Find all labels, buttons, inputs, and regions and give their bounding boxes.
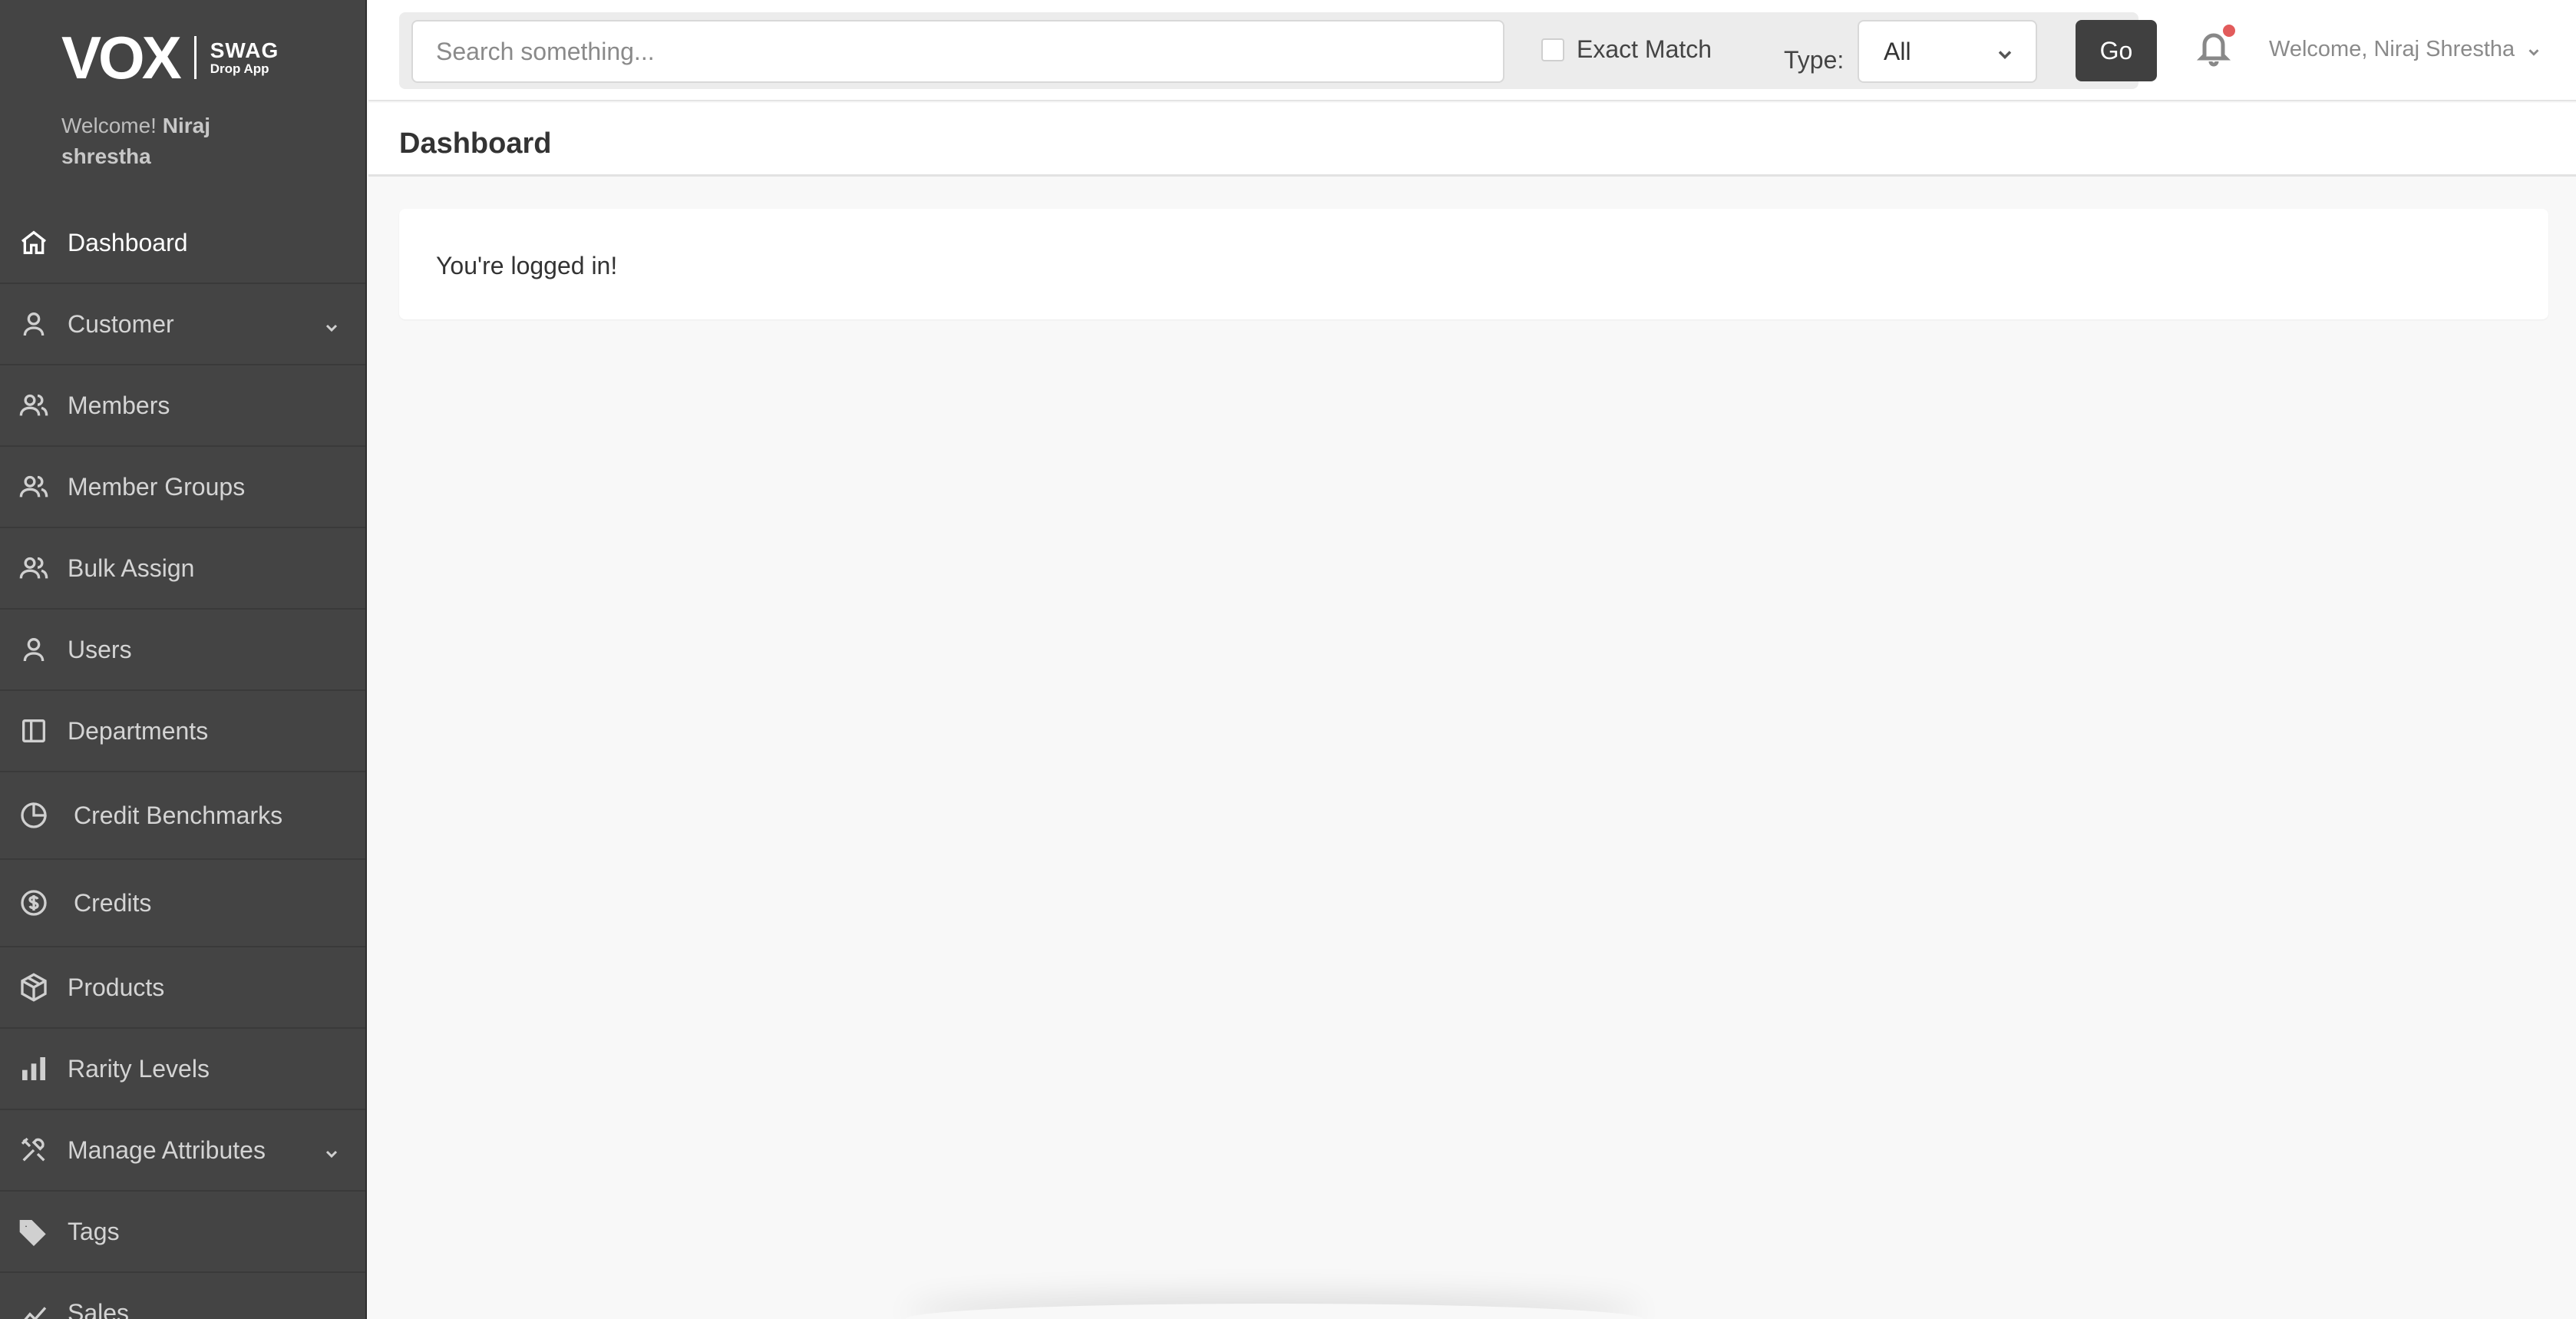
brand-sub-bottom: Drop App xyxy=(210,61,269,76)
notification-badge xyxy=(2223,25,2235,37)
sidebar-item-label: Rarity Levels xyxy=(68,1054,210,1083)
sidebar-item-products[interactable]: Products xyxy=(0,947,365,1029)
sidebar-item-members[interactable]: Members xyxy=(0,365,365,447)
page-header: Dashboard xyxy=(368,103,2576,177)
sidebar-item-label: Member Groups xyxy=(68,472,246,501)
bottom-shadow xyxy=(906,1304,1643,1319)
brand-logo[interactable]: VOX SWAG Drop App xyxy=(61,28,279,88)
sidebar-welcome: Welcome! Niraj shrestha xyxy=(61,111,292,172)
users-icon xyxy=(18,553,49,583)
login-message: You're logged in! xyxy=(436,252,618,279)
sidebar-item-label: Credit Benchmarks xyxy=(74,801,283,829)
cube-icon xyxy=(18,972,49,1003)
type-label: Type: xyxy=(1784,46,1844,74)
exact-match-toggle[interactable]: Exact Match xyxy=(1541,35,1712,64)
trend-icon xyxy=(18,1298,49,1319)
user-menu[interactable]: Welcome, Niraj Shrestha xyxy=(2269,37,2542,62)
sidebar-item-label: Dashboard xyxy=(68,228,188,256)
tools-icon xyxy=(18,1135,49,1165)
users-icon xyxy=(18,471,49,502)
welcome-prefix: Welcome! xyxy=(61,114,157,137)
sidebar-item-departments[interactable]: Departments xyxy=(0,691,365,772)
chevron-down-icon xyxy=(2525,41,2542,58)
sidebar-nav: Dashboard Customer Members Member Groups xyxy=(0,203,365,1319)
top-bar: Exact Match Type: All Go Welcome, Niraj … xyxy=(368,0,2576,101)
dollar-circle-icon xyxy=(18,888,49,918)
sidebar-item-customer[interactable]: Customer xyxy=(0,284,365,365)
page-title: Dashboard xyxy=(399,127,552,160)
sidebar-item-label: Credits xyxy=(74,888,152,917)
exact-match-label: Exact Match xyxy=(1577,35,1712,63)
tags-icon xyxy=(18,1216,49,1247)
user-icon xyxy=(18,634,49,665)
sidebar-item-users[interactable]: Users xyxy=(0,610,365,691)
brand-name: VOX xyxy=(61,24,182,91)
brand-sub-top: SWAG xyxy=(210,38,279,63)
chevron-down-icon[interactable] xyxy=(322,1141,341,1159)
type-select-value: All xyxy=(1884,37,1911,65)
bell-icon xyxy=(2195,33,2232,71)
search-input[interactable] xyxy=(411,20,1504,83)
brand-divider xyxy=(193,36,197,79)
pie-chart-icon xyxy=(18,800,49,831)
chevron-down-icon xyxy=(1994,43,2016,64)
brand-subtitle: SWAG Drop App xyxy=(210,39,279,75)
bar-chart-icon xyxy=(18,1053,49,1084)
sidebar-item-label: Customer xyxy=(68,309,174,338)
go-button[interactable]: Go xyxy=(2076,20,2157,81)
columns-icon xyxy=(18,716,49,746)
users-icon xyxy=(18,390,49,421)
sidebar-item-manage-attributes[interactable]: Manage Attributes xyxy=(0,1110,365,1192)
search-bar: Exact Match Type: All Go xyxy=(399,12,2157,89)
chevron-down-icon[interactable] xyxy=(322,315,341,333)
content-card: You're logged in! xyxy=(399,209,2548,319)
notifications-button[interactable] xyxy=(2195,25,2237,71)
sidebar-item-bulk-assign[interactable]: Bulk Assign xyxy=(0,528,365,610)
sidebar-item-credits[interactable]: Credits xyxy=(0,860,365,947)
home-icon xyxy=(18,227,49,258)
sidebar-item-label: Products xyxy=(68,973,165,1001)
type-select[interactable]: All xyxy=(1858,20,2037,83)
sidebar-item-tags[interactable]: Tags xyxy=(0,1192,365,1273)
exact-match-checkbox[interactable] xyxy=(1541,38,1564,61)
sidebar-item-member-groups[interactable]: Member Groups xyxy=(0,447,365,528)
sidebar-item-label: Tags xyxy=(68,1217,120,1245)
sidebar-item-sales[interactable]: Sales xyxy=(0,1273,365,1319)
sidebar-item-rarity-levels[interactable]: Rarity Levels xyxy=(0,1029,365,1110)
sidebar-item-label: Members xyxy=(68,391,170,419)
sidebar-item-label: Bulk Assign xyxy=(68,554,195,582)
user-welcome: Welcome, Niraj Shrestha xyxy=(2269,37,2515,61)
sidebar-item-dashboard[interactable]: Dashboard xyxy=(0,203,365,284)
user-icon xyxy=(18,309,49,339)
sidebar-item-label: Sales xyxy=(68,1298,130,1319)
sidebar-item-credit-benchmarks[interactable]: Credit Benchmarks xyxy=(0,772,365,860)
sidebar-item-label: Manage Attributes xyxy=(68,1136,266,1164)
sidebar-item-label: Users xyxy=(68,635,132,663)
sidebar-item-label: Departments xyxy=(68,716,209,745)
sidebar: VOX SWAG Drop App Welcome! Niraj shresth… xyxy=(0,0,367,1319)
